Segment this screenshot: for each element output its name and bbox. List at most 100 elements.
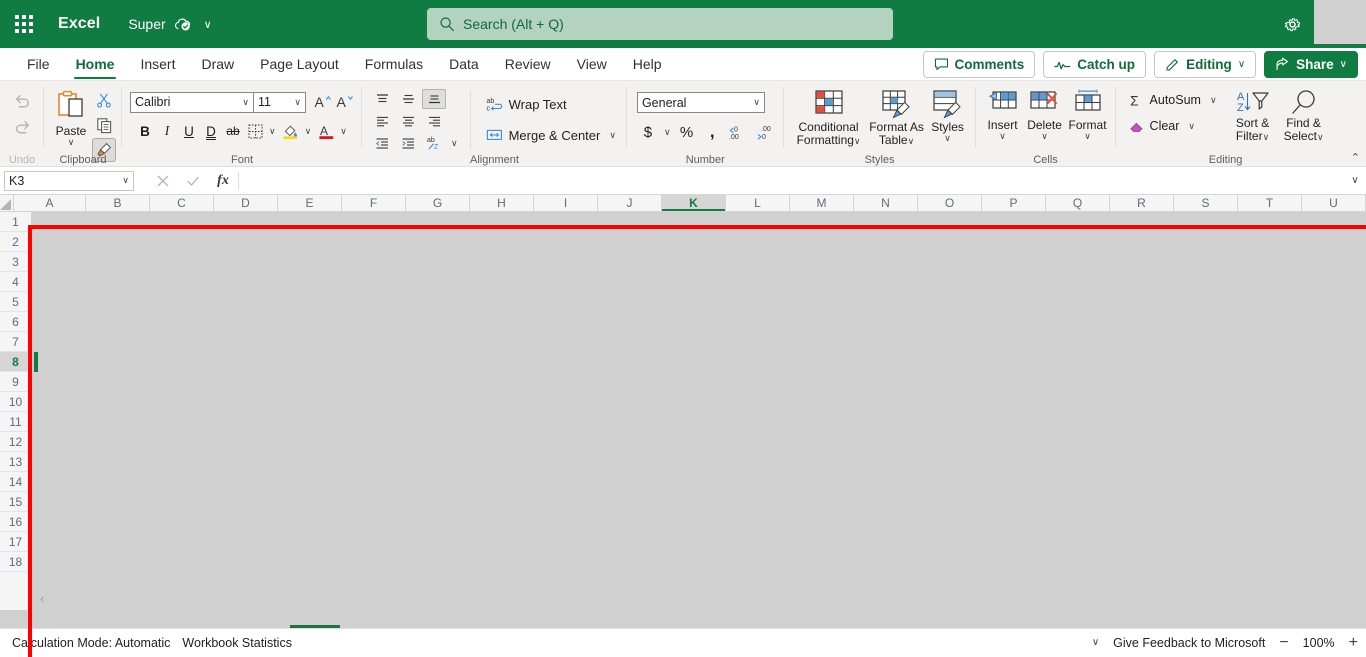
autosum-button[interactable]: Σ AutoSum ∨ bbox=[1124, 89, 1222, 111]
tab-page-layout[interactable]: Page Layout bbox=[247, 47, 352, 80]
column-header-a[interactable]: A bbox=[14, 195, 86, 212]
paste-button[interactable]: Paste ∨ bbox=[50, 87, 92, 147]
row-header-7[interactable]: 7 bbox=[0, 332, 32, 352]
increase-decimal-button[interactable]: 0 .00 bbox=[724, 121, 750, 143]
copy-button[interactable] bbox=[92, 113, 116, 137]
undo-button[interactable] bbox=[7, 87, 37, 113]
column-header-o[interactable]: O bbox=[918, 195, 982, 212]
tab-review[interactable]: Review bbox=[492, 47, 564, 80]
double-underline-button[interactable]: D bbox=[200, 120, 222, 142]
number-format-select[interactable]: General bbox=[636, 92, 765, 113]
redo-button[interactable] bbox=[7, 113, 37, 139]
currency-format-button[interactable]: $ bbox=[637, 121, 659, 143]
row-header-10[interactable]: 10 bbox=[0, 392, 32, 412]
font-color-button[interactable]: A bbox=[315, 120, 337, 142]
column-header-i[interactable]: I bbox=[534, 195, 598, 212]
borders-button[interactable] bbox=[244, 120, 266, 142]
column-header-n[interactable]: N bbox=[854, 195, 918, 212]
align-left-button[interactable] bbox=[370, 111, 394, 131]
row-header-17[interactable]: 17 bbox=[0, 532, 32, 552]
column-header-p[interactable]: P bbox=[982, 195, 1046, 212]
tab-formulas[interactable]: Formulas bbox=[352, 47, 436, 80]
column-header-g[interactable]: G bbox=[406, 195, 470, 212]
tab-view[interactable]: View bbox=[564, 47, 620, 80]
row-header-13[interactable]: 13 bbox=[0, 452, 32, 472]
percent-format-button[interactable]: % bbox=[676, 121, 698, 143]
bottom-align-button[interactable] bbox=[422, 89, 446, 109]
comments-button[interactable]: Comments bbox=[922, 51, 1036, 78]
cut-button[interactable] bbox=[92, 88, 116, 112]
row-header-14[interactable]: 14 bbox=[0, 472, 32, 492]
merge-center-button[interactable]: Merge & Center ∨ bbox=[481, 122, 621, 148]
sheet-canvas[interactable]: ‹ bbox=[32, 212, 1366, 610]
orientation-chevron-down-icon[interactable]: ∨ bbox=[451, 138, 458, 149]
scroll-left-button[interactable]: ‹ bbox=[40, 591, 44, 606]
zoom-in-button[interactable]: + bbox=[1349, 634, 1358, 652]
formula-input[interactable] bbox=[239, 167, 1344, 194]
clear-button[interactable]: Clear ∨ bbox=[1124, 115, 1222, 137]
middle-align-button[interactable] bbox=[396, 89, 420, 109]
calculation-mode-status[interactable]: Calculation Mode: Automatic bbox=[12, 636, 170, 650]
cancel-entry-button[interactable] bbox=[148, 168, 178, 194]
find-select-button[interactable]: Find & Select∨ bbox=[1278, 87, 1330, 143]
row-header-3[interactable]: 3 bbox=[0, 252, 32, 272]
column-header-u[interactable]: U bbox=[1302, 195, 1366, 212]
column-header-b[interactable]: B bbox=[86, 195, 150, 212]
status-options-chevron-down-icon[interactable]: ∨ bbox=[1092, 637, 1099, 648]
catch-up-button[interactable]: Catch up bbox=[1043, 51, 1147, 78]
format-cells-button[interactable]: Format ∨ bbox=[1066, 87, 1110, 141]
font-color-chevron-down-icon[interactable]: ∨ bbox=[340, 126, 347, 137]
font-size-select[interactable]: 11 bbox=[254, 91, 306, 113]
document-name[interactable]: Super bbox=[128, 16, 165, 32]
comma-format-button[interactable]: , bbox=[700, 121, 722, 143]
column-header-h[interactable]: H bbox=[470, 195, 534, 212]
conditional-formatting-button[interactable]: Conditional Formatting∨ bbox=[790, 87, 868, 147]
align-right-button[interactable] bbox=[422, 111, 446, 131]
name-box[interactable]: K3 ∨ bbox=[4, 170, 134, 191]
bold-button[interactable]: B bbox=[134, 120, 156, 142]
row-header-2[interactable]: 2 bbox=[0, 232, 32, 252]
row-header-5[interactable]: 5 bbox=[0, 292, 32, 312]
sheet-tab-active-indicator[interactable] bbox=[290, 625, 340, 628]
shrink-font-button[interactable]: A bbox=[334, 91, 356, 113]
column-header-t[interactable]: T bbox=[1238, 195, 1302, 212]
row-header-1[interactable]: 1 bbox=[0, 212, 32, 232]
collapse-ribbon-button[interactable]: ⌃ bbox=[1351, 151, 1360, 164]
tab-draw[interactable]: Draw bbox=[188, 47, 247, 80]
expand-formula-bar-button[interactable]: ∨ bbox=[1344, 175, 1366, 186]
sort-filter-button[interactable]: A Z Sort & Filter∨ bbox=[1228, 87, 1278, 143]
document-chevron-down-icon[interactable]: ∨ bbox=[204, 18, 212, 31]
column-header-m[interactable]: M bbox=[790, 195, 854, 212]
fill-color-chevron-down-icon[interactable]: ∨ bbox=[305, 126, 312, 137]
column-header-l[interactable]: L bbox=[726, 195, 790, 212]
editing-mode-button[interactable]: Editing ∨ bbox=[1154, 51, 1257, 78]
workbook-statistics-status[interactable]: Workbook Statistics bbox=[182, 636, 292, 650]
column-header-q[interactable]: Q bbox=[1046, 195, 1110, 212]
currency-chevron-down-icon[interactable]: ∨ bbox=[664, 127, 671, 138]
cell-styles-button[interactable]: Styles ∨ bbox=[926, 87, 970, 143]
decrease-indent-button[interactable] bbox=[370, 133, 394, 153]
row-header-9[interactable]: 9 bbox=[0, 372, 32, 392]
center-align-button[interactable] bbox=[396, 111, 420, 131]
column-header-k[interactable]: K bbox=[662, 195, 726, 212]
column-header-d[interactable]: D bbox=[214, 195, 278, 212]
confirm-entry-button[interactable] bbox=[178, 168, 208, 194]
tab-home[interactable]: Home bbox=[63, 47, 128, 80]
column-header-s[interactable]: S bbox=[1174, 195, 1238, 212]
column-header-f[interactable]: F bbox=[342, 195, 406, 212]
row-header-15[interactable]: 15 bbox=[0, 492, 32, 512]
column-header-c[interactable]: C bbox=[150, 195, 214, 212]
wrap-text-button[interactable]: ab c Wrap Text bbox=[481, 91, 621, 117]
settings-gear-icon[interactable] bbox=[1270, 0, 1314, 48]
top-align-button[interactable] bbox=[370, 89, 394, 109]
borders-chevron-down-icon[interactable]: ∨ bbox=[269, 126, 276, 137]
row-header-16[interactable]: 16 bbox=[0, 512, 32, 532]
fill-color-button[interactable] bbox=[280, 120, 302, 142]
increase-indent-button[interactable] bbox=[396, 133, 420, 153]
row-header-12[interactable]: 12 bbox=[0, 432, 32, 452]
insert-function-button[interactable]: fx bbox=[208, 168, 238, 194]
row-header-8[interactable]: 8 bbox=[0, 352, 32, 372]
feedback-link[interactable]: Give Feedback to Microsoft bbox=[1113, 636, 1265, 650]
column-header-e[interactable]: E bbox=[278, 195, 342, 212]
decrease-decimal-button[interactable]: .00 0 bbox=[752, 121, 778, 143]
